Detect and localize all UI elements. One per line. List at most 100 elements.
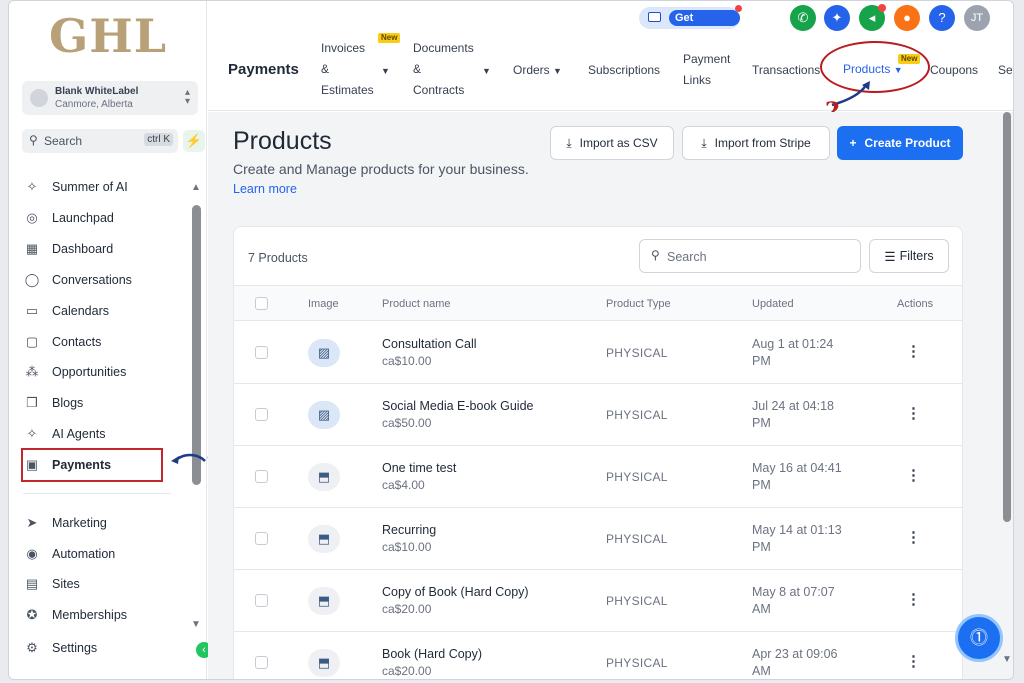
user-avatar[interactable]: JT [964, 5, 990, 31]
updated-period: PM [752, 354, 771, 368]
sidebar-item-settings[interactable]: ⚙ Settings [23, 634, 193, 662]
company-logo[interactable]: GHL [49, 9, 167, 63]
phone-icon[interactable]: ✆ [790, 5, 816, 31]
column-header-updated[interactable]: Updated [752, 298, 794, 310]
sidebar-item-memberships[interactable]: ✪ Memberships [23, 601, 193, 629]
learn-more-link[interactable]: Learn more [233, 182, 297, 196]
product-name[interactable]: Consultation Call [382, 337, 477, 351]
product-updated: May 16 at 04:41 PM [752, 460, 852, 494]
sidebar-scrollbar[interactable] [192, 205, 201, 485]
table-row[interactable]: ▨ Consultation Call ca$10.00 PHYSICAL Au… [234, 322, 962, 384]
tab-orders[interactable]: Orders ▼ [513, 60, 562, 82]
more-actions-icon[interactable]: ⋮ [906, 342, 921, 360]
tab-label: Set [998, 63, 1013, 77]
tab-payment-links[interactable]: Payment Links [683, 49, 730, 91]
sidebar-item-calendars[interactable]: ▭ Calendars [23, 297, 193, 325]
row-checkbox[interactable] [255, 594, 268, 607]
account-avatar-icon [30, 89, 48, 107]
tab-label: Invoices [321, 41, 366, 55]
chevron-down-icon[interactable]: ▼ [482, 60, 491, 82]
sidebar-item-summer-of-ai[interactable]: ✧ Summer of AI [23, 173, 193, 201]
sidebar-item-dashboard[interactable]: ▦ Dashboard [23, 235, 193, 263]
sidebar-item-ai-agents[interactable]: ✧ AI Agents [23, 420, 193, 448]
sidebar-item-payments[interactable]: ▣ Payments [21, 448, 163, 482]
import-stripe-button[interactable]: ⤓ Import from Stripe [682, 126, 830, 160]
award-icon: ✪ [26, 607, 38, 622]
help-icon[interactable]: ? [929, 5, 955, 31]
row-checkbox[interactable] [255, 408, 268, 421]
sidebar-item-label: Sites [52, 577, 80, 591]
main-scrollbar[interactable] [1003, 112, 1011, 522]
filters-button[interactable]: ☰ Filters [869, 239, 949, 273]
sidebar-item-launchpad[interactable]: ◎ Launchpad [23, 204, 193, 232]
tab-invoices-estimates[interactable]: Invoices & Estimates [321, 38, 374, 101]
product-name[interactable]: Recurring [382, 523, 436, 537]
more-actions-icon[interactable]: ⋮ [906, 590, 921, 608]
contacts-icon: ▢ [25, 334, 39, 349]
sidebar-item-opportunities[interactable]: ⁂ Opportunities [23, 358, 193, 386]
tab-transactions[interactable]: Transactions [752, 60, 820, 81]
table-row[interactable]: ▨ Social Media E-book Guide ca$50.00 PHY… [234, 384, 962, 446]
sidebar-item-conversations[interactable]: ◯ Conversations [23, 266, 193, 294]
get-started-button[interactable]: Get Started [639, 5, 742, 40]
row-checkbox[interactable] [255, 470, 268, 483]
select-all-checkbox[interactable] [255, 297, 268, 310]
more-actions-icon[interactable]: ⋮ [906, 404, 921, 422]
button-label: Filters [899, 249, 934, 263]
product-name[interactable]: One time test [382, 461, 456, 475]
megaphone-icon[interactable]: ◂ [859, 4, 886, 31]
more-actions-icon[interactable]: ⋮ [906, 466, 921, 484]
product-thumbnail: ⬒ [308, 525, 340, 553]
tab-subscriptions[interactable]: Subscriptions [588, 60, 660, 81]
product-search-input[interactable]: ⚲ Search [639, 239, 861, 273]
tab-label: Documents [413, 41, 474, 55]
row-checkbox[interactable] [255, 656, 268, 669]
create-product-button[interactable]: + Create Product [837, 126, 963, 160]
grid-icon: ▦ [25, 241, 39, 256]
main-content: Products Create and Manage products for … [208, 112, 1013, 679]
column-header-type[interactable]: Product Type [606, 298, 671, 310]
tab-documents-contracts[interactable]: Documents & Contracts [413, 38, 474, 101]
download-icon: ⤓ [701, 135, 707, 150]
tab-label: & [321, 62, 330, 76]
product-name[interactable]: Book (Hard Copy) [382, 647, 482, 661]
search-shortcut: ctrl K [144, 133, 173, 146]
product-type: PHYSICAL [606, 656, 668, 670]
chat-icon: ◯ [24, 272, 40, 287]
sidebar-item-automation[interactable]: ◉ Automation [23, 540, 193, 568]
funnel-icon: ⁂ [25, 364, 39, 379]
product-name[interactable]: Social Media E-book Guide [382, 399, 533, 413]
product-price: ca$20.00 [382, 602, 432, 616]
import-csv-button[interactable]: ⤓ Import as CSV [550, 126, 674, 160]
sidebar-item-blogs[interactable]: ❒ Blogs [23, 389, 193, 417]
product-name[interactable]: Copy of Book (Hard Copy) [382, 585, 529, 599]
sidebar-item-contacts[interactable]: ▢ Contacts [23, 328, 193, 356]
sidebar-search[interactable]: ⚲ Search ctrl K [22, 129, 178, 153]
product-updated: Apr 23 at 09:06 AM [752, 646, 852, 679]
tab-settings[interactable]: Set [998, 60, 1013, 81]
more-actions-icon[interactable]: ⋮ [906, 528, 921, 546]
payment-icon: ▣ [25, 457, 39, 472]
chevron-down-icon[interactable]: ▼ [381, 60, 390, 82]
table-row[interactable]: ⬒ Recurring ca$10.00 PHYSICAL May 14 at … [234, 508, 962, 570]
magic-icon[interactable]: ✦ [824, 5, 850, 31]
chat-support-icon[interactable]: ⓵ [955, 614, 1003, 662]
updated-period: AM [752, 664, 771, 678]
quick-action-bolt-icon[interactable]: ⚡ [183, 130, 205, 152]
more-actions-icon[interactable]: ⋮ [906, 652, 921, 670]
sidebar-item-sites[interactable]: ▤ Sites [23, 570, 193, 598]
bell-icon[interactable]: ● [894, 5, 920, 31]
scroll-down-icon[interactable]: ▼ [1002, 654, 1012, 665]
row-checkbox[interactable] [255, 346, 268, 359]
account-switcher[interactable]: Blank WhiteLabel Canmore, Alberta ▴ ▾ [22, 81, 198, 115]
column-header-image: Image [308, 298, 339, 310]
table-row[interactable]: ⬒ One time test ca$4.00 PHYSICAL May 16 … [234, 446, 962, 508]
sparkle-icon: ✧ [26, 426, 38, 441]
table-row[interactable]: ⬒ Copy of Book (Hard Copy) ca$20.00 PHYS… [234, 570, 962, 632]
table-row[interactable]: ⬒ Book (Hard Copy) ca$20.00 PHYSICAL Apr… [234, 632, 962, 679]
tab-coupons[interactable]: Coupons [930, 60, 978, 81]
row-checkbox[interactable] [255, 532, 268, 545]
column-header-name[interactable]: Product name [382, 298, 450, 310]
product-updated: May 14 at 01:13 PM [752, 522, 852, 556]
sidebar-item-marketing[interactable]: ➤ Marketing [23, 509, 193, 537]
